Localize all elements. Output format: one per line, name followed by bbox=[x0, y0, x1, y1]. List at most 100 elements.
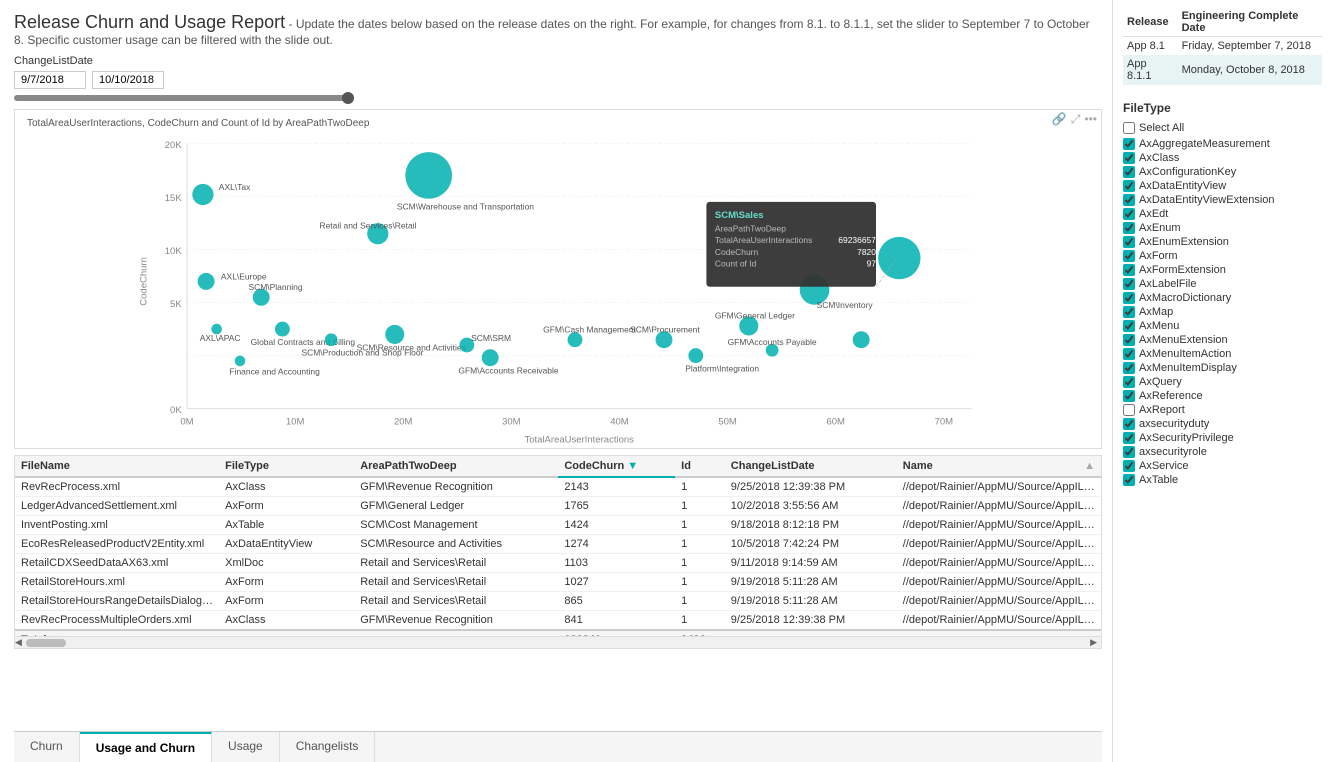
filetype-label: AxQuery bbox=[1139, 376, 1182, 388]
filetype-checkbox[interactable] bbox=[1123, 348, 1135, 360]
svg-text:SCM\Planning: SCM\Planning bbox=[248, 282, 302, 292]
release-table: Release Engineering Complete Date App 8.… bbox=[1123, 8, 1322, 85]
filetype-checkbox[interactable] bbox=[1123, 264, 1135, 276]
tab-usage-and-churn[interactable]: Usage and Churn bbox=[80, 732, 212, 762]
more-icon[interactable]: ••• bbox=[1084, 112, 1097, 127]
filetype-item: AxService bbox=[1123, 459, 1322, 473]
tab-changelists[interactable]: Changelists bbox=[280, 732, 376, 762]
release-row: App 8.1Friday, September 7, 2018 bbox=[1123, 37, 1322, 56]
scroll-left-arrow[interactable]: ◀ bbox=[15, 637, 22, 648]
chart-section: TotalAreaUserInteractions, CodeChurn and… bbox=[14, 109, 1102, 449]
cell-id: 1 bbox=[675, 611, 725, 631]
filetype-checkbox[interactable] bbox=[1123, 390, 1135, 402]
filetype-checkbox[interactable] bbox=[1123, 236, 1135, 248]
filetype-item: AxAggregateMeasurement bbox=[1123, 137, 1322, 151]
col-filename[interactable]: FileName bbox=[15, 456, 219, 477]
filetype-checkbox[interactable] bbox=[1123, 334, 1135, 346]
release-name: App 8.1.1 bbox=[1123, 55, 1178, 85]
filetype-checkbox[interactable] bbox=[1123, 180, 1135, 192]
cell-codechurn: 865 bbox=[558, 592, 675, 611]
chart-area: 20K 15K 10K 5K 0K 0M 10M 20M 30M 40M 50M… bbox=[15, 133, 1101, 451]
filetype-checkbox[interactable] bbox=[1123, 306, 1135, 318]
filetype-item: AxEnum bbox=[1123, 221, 1322, 235]
filetype-item: AxMenuItemDisplay bbox=[1123, 361, 1322, 375]
col-name[interactable]: Name ▲ bbox=[897, 456, 1101, 477]
filetype-checkbox[interactable] bbox=[1123, 166, 1135, 178]
link-icon[interactable]: 🔗 bbox=[1052, 112, 1067, 127]
filetype-item: AxForm bbox=[1123, 249, 1322, 263]
filetype-checkbox[interactable] bbox=[1123, 376, 1135, 388]
svg-text:70M: 70M bbox=[935, 417, 954, 428]
svg-text:GFM\Accounts Receivable: GFM\Accounts Receivable bbox=[458, 366, 559, 376]
filetype-checkbox[interactable] bbox=[1123, 432, 1135, 444]
filetype-label: AxAggregateMeasurement bbox=[1139, 138, 1270, 150]
filetype-checkbox[interactable] bbox=[1123, 320, 1135, 332]
col-filetype[interactable]: FileType bbox=[219, 456, 354, 477]
cell-changelistdate: 10/5/2018 7:42:24 PM bbox=[725, 535, 897, 554]
tab-churn[interactable]: Churn bbox=[14, 732, 80, 762]
cell-name: //depot/Rainier/AppMU/Source/AppIL/Meta bbox=[897, 477, 1101, 497]
filetype-list: AxAggregateMeasurementAxClassAxConfigura… bbox=[1123, 137, 1322, 487]
cell-changelistdate: 9/18/2018 8:12:18 PM bbox=[725, 516, 897, 535]
table-row: RetailStoreHoursRangeDetailsDialog.xmlAx… bbox=[15, 592, 1101, 611]
filetype-checkbox[interactable] bbox=[1123, 460, 1135, 472]
svg-text:GFM\Accounts Payable: GFM\Accounts Payable bbox=[728, 337, 817, 347]
filetype-checkbox[interactable] bbox=[1123, 152, 1135, 164]
table-scroll[interactable]: FileName FileType AreaPathTwoDeep CodeCh… bbox=[15, 456, 1101, 636]
cell-codechurn: 2143 bbox=[558, 477, 675, 497]
filetype-item: AxSecurityPrivilege bbox=[1123, 431, 1322, 445]
scrollbar-thumb[interactable] bbox=[26, 639, 66, 647]
select-all-checkbox[interactable] bbox=[1123, 122, 1135, 134]
filetype-checkbox[interactable] bbox=[1123, 194, 1135, 206]
cell-filetype: AxTable bbox=[219, 516, 354, 535]
cell-areapathtwodeep: GFM\Revenue Recognition bbox=[354, 477, 558, 497]
scroll-right-arrow[interactable]: ▶ bbox=[1090, 637, 1101, 648]
filetype-item: AxReference bbox=[1123, 389, 1322, 403]
filetype-checkbox[interactable] bbox=[1123, 362, 1135, 374]
release-name: App 8.1 bbox=[1123, 37, 1178, 56]
bubble-chart-svg: 20K 15K 10K 5K 0K 0M 10M 20M 30M 40M 50M… bbox=[15, 133, 1101, 451]
slider-label: ChangeListDate bbox=[14, 55, 1102, 67]
filetype-checkbox[interactable] bbox=[1123, 208, 1135, 220]
horizontal-scrollbar[interactable]: ◀ ▶ bbox=[15, 636, 1101, 648]
release-row: App 8.1.1Monday, October 8, 2018 bbox=[1123, 55, 1322, 85]
col-codechurn[interactable]: CodeChurn ▼ bbox=[558, 456, 675, 477]
svg-text:AXL\Tax: AXL\Tax bbox=[219, 182, 251, 192]
svg-text:15K: 15K bbox=[165, 193, 183, 204]
slider-track[interactable] bbox=[14, 95, 354, 101]
expand-icon[interactable]: ⤢ bbox=[1071, 112, 1081, 127]
svg-text:Global Contracts and Billing: Global Contracts and Billing bbox=[251, 337, 356, 347]
filetype-label: axsecurityduty bbox=[1139, 418, 1209, 430]
svg-text:Retail and Services\Retail: Retail and Services\Retail bbox=[320, 220, 417, 230]
col-changelistdate[interactable]: ChangeListDate bbox=[725, 456, 897, 477]
svg-text:60M: 60M bbox=[826, 417, 845, 428]
table-row: LedgerAdvancedSettlement.xmlAxFormGFM\Ge… bbox=[15, 497, 1101, 516]
date-end-input[interactable] bbox=[92, 71, 164, 89]
slider-thumb[interactable] bbox=[342, 92, 354, 104]
filetype-checkbox[interactable] bbox=[1123, 250, 1135, 262]
filetype-checkbox[interactable] bbox=[1123, 404, 1135, 416]
svg-text:TotalAreaUserInteractions: TotalAreaUserInteractions bbox=[715, 235, 812, 245]
filetype-checkbox[interactable] bbox=[1123, 474, 1135, 486]
cell-changelistdate: 9/25/2018 12:39:38 PM bbox=[725, 477, 897, 497]
filetype-checkbox[interactable] bbox=[1123, 418, 1135, 430]
filetype-checkbox[interactable] bbox=[1123, 222, 1135, 234]
filetype-item: AxReport bbox=[1123, 403, 1322, 417]
date-start-input[interactable] bbox=[14, 71, 86, 89]
filetype-item: AxClass bbox=[1123, 151, 1322, 165]
cell-id: 1 bbox=[675, 535, 725, 554]
tab-usage[interactable]: Usage bbox=[212, 732, 280, 762]
filetype-checkbox[interactable] bbox=[1123, 446, 1135, 458]
filetype-item: AxQuery bbox=[1123, 375, 1322, 389]
filetype-checkbox[interactable] bbox=[1123, 138, 1135, 150]
cell-areapathtwodeep: Retail and Services\Retail bbox=[354, 554, 558, 573]
col-areapath[interactable]: AreaPathTwoDeep bbox=[354, 456, 558, 477]
svg-text:TotalAreaUserInteractions: TotalAreaUserInteractions bbox=[524, 435, 634, 446]
col-id[interactable]: Id bbox=[675, 456, 725, 477]
cell-filename: RetailStoreHours.xml bbox=[15, 573, 219, 592]
svg-text:AXL\APAC: AXL\APAC bbox=[200, 333, 241, 343]
cell-areapathtwodeep: Retail and Services\Retail bbox=[354, 592, 558, 611]
filetype-checkbox[interactable] bbox=[1123, 278, 1135, 290]
filetype-checkbox[interactable] bbox=[1123, 292, 1135, 304]
svg-text:5K: 5K bbox=[170, 299, 182, 310]
